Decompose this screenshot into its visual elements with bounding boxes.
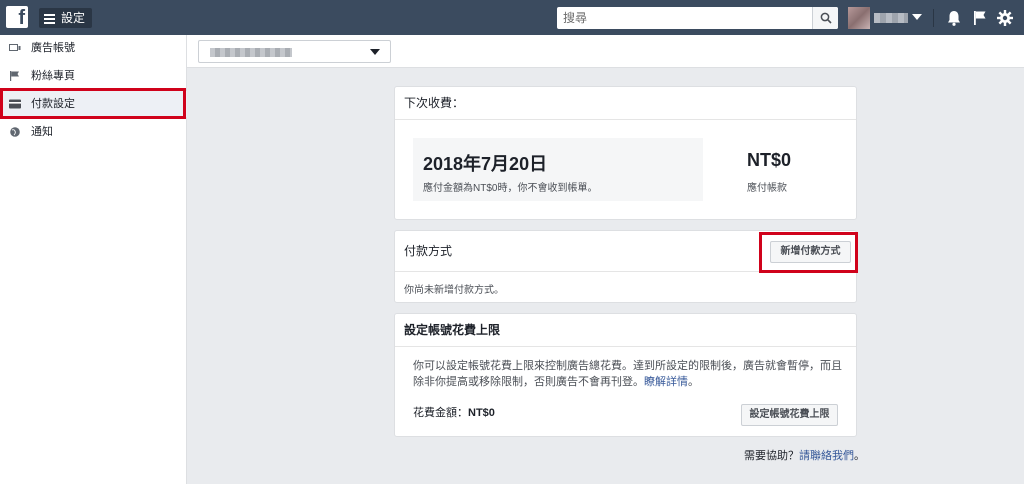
payment-methods-title: 付款方式 — [404, 244, 453, 258]
next-charge-card: 下次收費： 2018年7月20日 應付金額為NT$0時，你不會收到帳單。 NT$… — [394, 86, 857, 220]
no-payment-method-text: 你尚未新增付款方式。 — [404, 285, 504, 296]
set-spend-limit-button[interactable]: 設定帳號花費上限 — [741, 404, 838, 426]
spend-limit-heading: 設定帳號花費上限 — [395, 314, 856, 347]
account-name-blurred — [210, 48, 292, 57]
settings-menu-button[interactable]: 設定 — [39, 8, 92, 28]
facebook-logo-icon[interactable]: f — [6, 6, 28, 29]
hamburger-icon — [44, 12, 55, 26]
sidebar-item-notifications[interactable]: 通知 — [0, 119, 187, 145]
next-charge-note: 應付金額為NT$0時，你不會收到帳單。 — [423, 183, 598, 194]
spend-amount-value: NT$0 — [468, 407, 495, 419]
search-input[interactable] — [557, 7, 810, 29]
next-charge-date-box: 2018年7月20日 應付金額為NT$0時，你不會收到帳單。 — [413, 138, 703, 201]
flag-icon[interactable] — [971, 9, 989, 27]
amount-due: NT$0 — [747, 150, 792, 170]
globe-icon — [10, 127, 20, 137]
learn-more-suffix: 。 — [688, 376, 699, 388]
logo-letter: f — [18, 7, 25, 29]
spend-amount-line: 花費金額：NT$0 — [413, 404, 495, 420]
help-suffix: 。 — [854, 450, 865, 462]
gear-icon[interactable] — [996, 9, 1014, 27]
next-charge-date: 2018年7月20日 — [423, 154, 548, 174]
highlight-payments — [0, 88, 186, 119]
spend-limit-text: 你可以設定帳號花費上限來控制廣告總花費。達到所設定的限制後，廣告就會暫停，而且除… — [413, 360, 842, 388]
sidebar-item-ad-accounts[interactable]: 廣告帳號 — [0, 35, 187, 61]
help-footer: 需要協助？請聯絡我們。 — [744, 447, 865, 463]
spend-limit-card: 設定帳號花費上限 你可以設定帳號花費上限來控制廣告總花費。達到所設定的限制後，廣… — [394, 313, 857, 437]
sidebar-item-label: 通知 — [31, 126, 53, 138]
divider — [933, 9, 934, 27]
search-box — [557, 7, 838, 29]
spend-amount-label: 花費金額： — [413, 407, 468, 419]
chevron-down-icon — [370, 49, 380, 55]
contact-us-link[interactable]: 請聯絡我們 — [799, 450, 854, 462]
sidebar-item-pages[interactable]: 粉絲專頁 — [0, 63, 187, 89]
account-select-dropdown[interactable] — [198, 40, 391, 63]
account-dropdown-icon[interactable] — [912, 14, 922, 20]
highlight-add-payment — [759, 232, 858, 273]
top-navigation-bar: f 設定 — [0, 0, 1024, 35]
flag-icon — [10, 71, 19, 81]
search-button[interactable] — [812, 7, 838, 29]
settings-menu-label: 設定 — [61, 11, 86, 25]
account-selector-bar — [187, 35, 1024, 68]
amount-due-label: 應付帳款 — [747, 183, 787, 194]
next-charge-heading: 下次收費： — [395, 87, 856, 120]
profile-name-blurred[interactable] — [874, 13, 908, 23]
spend-limit-description: 你可以設定帳號花費上限來控制廣告總花費。達到所設定的限制後，廣告就會暫停，而且除… — [413, 358, 843, 390]
sidebar-item-label: 粉絲專頁 — [31, 70, 75, 82]
ad-account-icon — [9, 44, 21, 51]
avatar[interactable] — [848, 7, 870, 29]
learn-more-link[interactable]: 瞭解詳情 — [644, 376, 688, 388]
search-icon — [820, 12, 832, 24]
sidebar-item-label: 廣告帳號 — [31, 42, 75, 54]
notifications-bell-icon[interactable] — [945, 9, 963, 27]
help-prefix: 需要協助？ — [744, 450, 799, 462]
